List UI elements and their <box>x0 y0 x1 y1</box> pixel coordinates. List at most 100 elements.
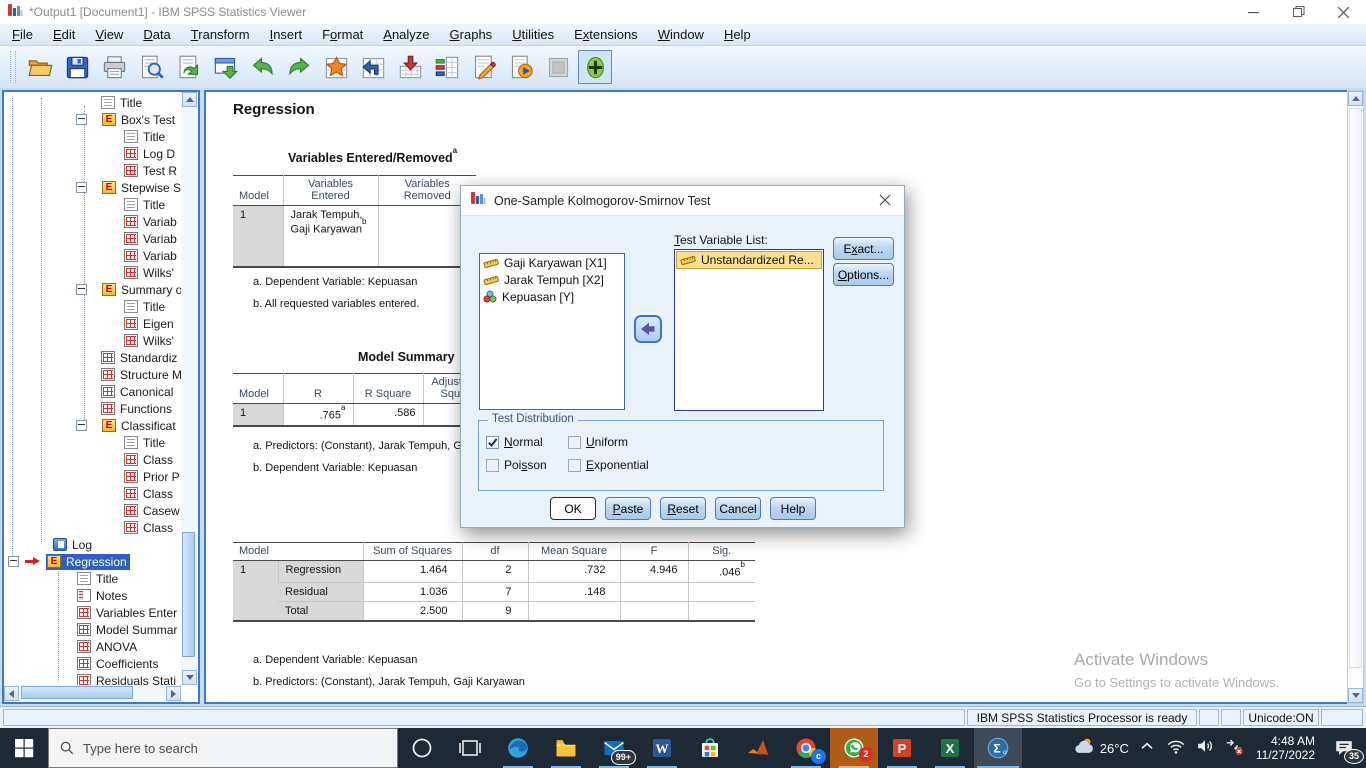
list-item[interactable]: Gaji Karyawan [X1] <box>480 254 624 271</box>
recall-dialog-icon[interactable] <box>171 50 205 84</box>
tree-item-log[interactable]: Log <box>4 536 181 553</box>
menu-format[interactable]: Format <box>312 24 373 46</box>
tree-item[interactable]: Canonical <box>4 383 181 400</box>
go-to-variable-icon[interactable] <box>356 50 390 84</box>
test-variable-list[interactable]: Unstandardized Re... <box>674 249 824 411</box>
show-variables-icon[interactable] <box>430 50 464 84</box>
checkbox-checked-icon[interactable] <box>486 436 499 449</box>
network-disconnected-icon[interactable] <box>1223 735 1245 762</box>
paste-button[interactable]: Paste <box>605 497 651 520</box>
uniform-checkbox[interactable]: Uniform <box>568 435 628 449</box>
undo-icon[interactable] <box>245 50 279 84</box>
list-item[interactable]: Kepuasan [Y] <box>480 288 624 305</box>
taskbar-clock[interactable]: 4:48 AM 11/27/2022 <box>1256 734 1315 762</box>
tree-item[interactable]: Classificat <box>4 417 181 434</box>
options-button[interactable]: Options... <box>833 263 894 286</box>
run-script-icon[interactable] <box>504 50 538 84</box>
menu-data[interactable]: Data <box>133 24 180 46</box>
ok-button[interactable]: OK <box>550 497 596 520</box>
exact-button[interactable]: Exact... <box>833 237 894 260</box>
tree-item[interactable]: Wilks' <box>4 264 181 281</box>
tree-item[interactable]: Variables Enter <box>4 604 181 621</box>
volume-icon[interactable] <box>1194 735 1216 762</box>
content-vscroll-thumb[interactable] <box>1349 108 1362 668</box>
tree-item[interactable]: Notes <box>4 587 181 604</box>
scroll-up-arrow[interactable] <box>1348 91 1363 106</box>
menu-help[interactable]: Help <box>714 24 761 46</box>
tree-item-regression-selected[interactable]: Regression <box>4 553 181 570</box>
insert-cases-icon[interactable] <box>393 50 427 84</box>
edge-icon[interactable] <box>494 728 542 768</box>
menu-analyze[interactable]: Analyze <box>373 24 439 46</box>
menu-view[interactable]: View <box>85 24 133 46</box>
tree-item[interactable]: Test R <box>4 162 181 179</box>
taskbar-search-input[interactable]: Type here to search <box>48 728 398 768</box>
cortana-icon[interactable] <box>398 728 446 768</box>
start-button[interactable] <box>0 728 48 768</box>
edit-outline-icon[interactable] <box>467 50 501 84</box>
menu-insert[interactable]: Insert <box>260 24 313 46</box>
minimize-button[interactable] <box>1231 0 1276 24</box>
content-vertical-scrollbar[interactable] <box>1347 90 1364 704</box>
spss-taskbar-icon[interactable]: Σα <box>974 728 1022 768</box>
tree-item[interactable]: Class <box>4 519 181 536</box>
scroll-right-arrow[interactable] <box>166 686 181 701</box>
dialog-title-bar[interactable]: One-Sample Kolmogorov-Smirnov Test <box>461 186 904 216</box>
checkbox-unchecked-icon[interactable] <box>568 436 581 449</box>
poisson-checkbox[interactable]: Poisson <box>486 458 547 472</box>
tree-item[interactable]: Standardiz <box>4 349 181 366</box>
matlab-icon[interactable] <box>734 728 782 768</box>
checkbox-unchecked-icon[interactable] <box>486 459 499 472</box>
menu-transform[interactable]: Transform <box>181 24 260 46</box>
collapse-icon[interactable] <box>8 556 19 567</box>
word-icon[interactable]: W <box>638 728 686 768</box>
cancel-button[interactable]: Cancel <box>715 497 761 520</box>
powerpoint-icon[interactable]: P <box>878 728 926 768</box>
weather-icon[interactable] <box>1073 735 1095 762</box>
tree-item[interactable]: Title <box>4 570 181 587</box>
tree-item[interactable]: Class <box>4 451 181 468</box>
toolbar-grip[interactable] <box>10 51 16 83</box>
menu-window[interactable]: Window <box>648 24 714 46</box>
tree-item[interactable]: Title <box>4 298 181 315</box>
scroll-down-arrow[interactable] <box>182 670 197 685</box>
tree-item[interactable]: Variab <box>4 247 181 264</box>
tree-vertical-scrollbar[interactable] <box>181 92 198 685</box>
excel-icon[interactable]: X <box>926 728 974 768</box>
action-center-icon[interactable]: 35 <box>1326 728 1362 768</box>
collapse-icon[interactable] <box>76 284 87 295</box>
reset-button[interactable]: Reset <box>660 497 706 520</box>
tree-item[interactable]: Title <box>4 128 181 145</box>
tree-item[interactable]: Class <box>4 485 181 502</box>
chrome-icon[interactable]: c <box>782 728 830 768</box>
close-button[interactable] <box>1321 0 1366 24</box>
task-view-icon[interactable] <box>446 728 494 768</box>
scroll-left-arrow[interactable] <box>4 686 19 701</box>
scroll-down-arrow[interactable] <box>1348 688 1363 703</box>
exponential-checkbox[interactable]: Exponential <box>568 458 649 472</box>
collapse-icon[interactable] <box>76 114 87 125</box>
tree-item[interactable]: Box's Test <box>4 111 181 128</box>
print-preview-icon[interactable] <box>134 50 168 84</box>
restore-button[interactable] <box>1276 0 1321 24</box>
temperature-label[interactable]: 26°C <box>1100 741 1129 756</box>
menu-extensions[interactable]: Extensions <box>564 24 648 46</box>
tree-item[interactable]: Prior P <box>4 468 181 485</box>
menu-edit[interactable]: Edit <box>43 24 85 46</box>
tree-item[interactable]: ANOVA <box>4 638 181 655</box>
microsoft-store-icon[interactable] <box>686 728 734 768</box>
tree-item[interactable]: Stepwise S <box>4 179 181 196</box>
mail-icon[interactable]: 99+ <box>590 728 638 768</box>
tree-item[interactable]: Casew <box>4 502 181 519</box>
collapse-icon[interactable] <box>76 182 87 193</box>
selected-list-item[interactable]: Unstandardized Re... <box>676 251 822 269</box>
collapse-icon[interactable] <box>76 420 87 431</box>
tree-item[interactable]: Residuals Stati <box>4 672 181 685</box>
designate-window-icon[interactable] <box>578 50 612 84</box>
save-icon[interactable] <box>60 50 94 84</box>
tree-item[interactable]: Structure M <box>4 366 181 383</box>
dialog-close-icon[interactable] <box>868 186 902 214</box>
tray-expand-icon[interactable] <box>1136 735 1158 762</box>
tree-item[interactable]: Variab <box>4 230 181 247</box>
file-explorer-icon[interactable] <box>542 728 590 768</box>
